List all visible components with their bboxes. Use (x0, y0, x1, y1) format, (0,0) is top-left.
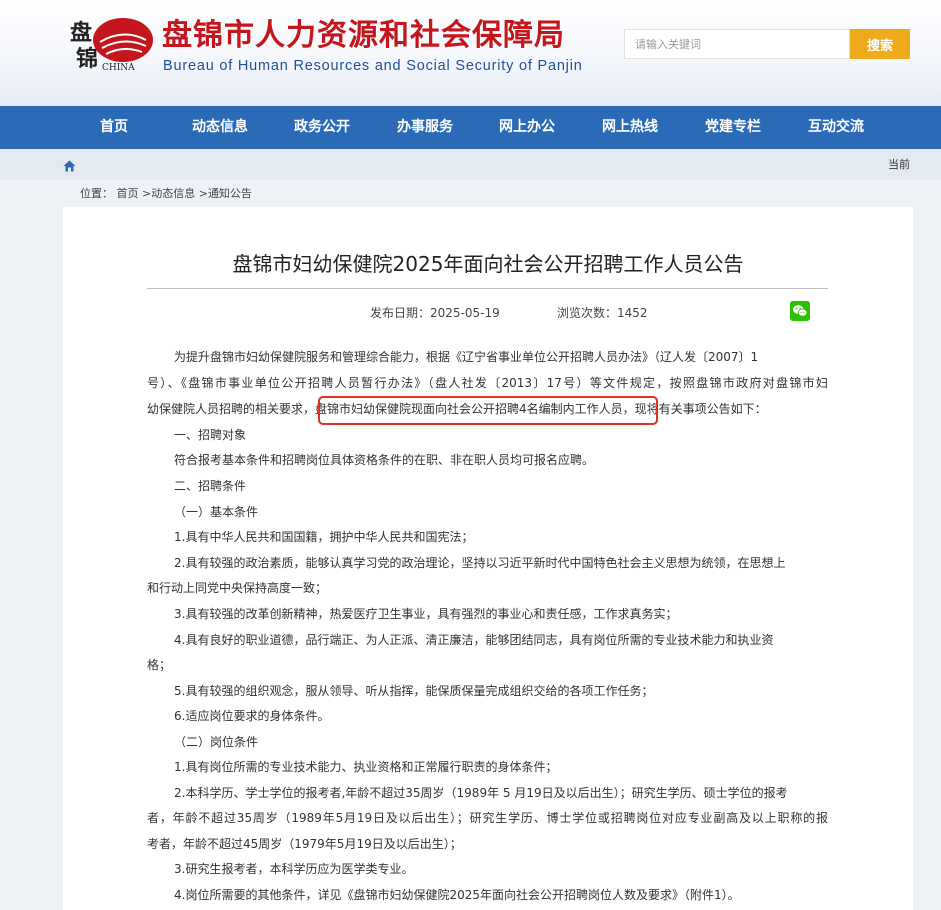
list-item-continued: 考者，年龄不超过45周岁（1979年5月19日及以后出生）； (147, 837, 462, 851)
paragraph-line: 为提升盘锦市妇幼保健院服务和管理综合能力，根据《辽宁省事业单位公开招聘人员办法》… (174, 350, 759, 364)
publish-date-value: 2025-05-19 (430, 306, 500, 320)
nav-item-party[interactable]: 党建专栏 (705, 106, 761, 149)
breadcrumb: 位置： 首页 >动态信息 >通知公告 (80, 185, 252, 201)
list-item: 1.具有岗位所需的专业技术能力、执业资格和正常履行职责的身体条件； (174, 760, 558, 774)
paragraph-line: 号）、《盘锦市事业单位公开招聘人员暂行办法》（盘人社发〔2013〕17号）等文件… (147, 376, 828, 390)
search-input[interactable] (624, 29, 850, 59)
list-item-continued: 和行动上同党中央保持高度一致； (147, 581, 328, 595)
breadcrumb-sep: > (198, 187, 208, 200)
location-bar (0, 149, 941, 180)
publish-date-label: 发布日期： (370, 306, 431, 320)
section-heading: 二、招聘条件 (174, 479, 247, 493)
subsection-heading: （二）岗位条件 (174, 735, 259, 749)
list-item: 2.本科学历、学士学位的报考者,年龄不超过35周岁（1989年 5 月19日及以… (174, 786, 788, 800)
title-divider (147, 288, 828, 289)
paragraph-line: 符合报考基本条件和招聘岗位具体资格条件的在职、非在职人员均可报名应聘。 (174, 453, 595, 467)
view-count-value: 1452 (617, 306, 648, 320)
article-title: 盘锦市妇幼保健院2025年面向社会公开招聘工作人员公告 (232, 252, 744, 276)
section-heading: 一、招聘对象 (174, 428, 247, 442)
view-count-label: 浏览次数： (557, 306, 618, 320)
site-title: 盘锦市人力资源和社会保障局 (162, 18, 565, 53)
logo-text-top: 盘 (70, 20, 92, 46)
list-item-continued: 者，年龄不超过35周岁（1989年5月19日及以后出生）；研究生学历、博士学位或… (147, 811, 828, 825)
breadcrumb-news[interactable]: 动态信息 (151, 187, 195, 200)
main-nav: 首页 动态信息 政务公开 办事服务 网上办公 网上热线 党建专栏 互动交流 (0, 106, 941, 149)
nav-item-home[interactable]: 首页 (100, 106, 128, 149)
publish-date: 发布日期：2025-05-19 (370, 304, 500, 321)
breadcrumb-home[interactable]: 首页 (117, 187, 139, 200)
nav-item-gov-affairs[interactable]: 政务公开 (294, 106, 350, 149)
nav-item-news[interactable]: 动态信息 (192, 106, 248, 149)
breadcrumb-prefix: 位置： (80, 187, 113, 200)
search-button[interactable]: 搜索 (850, 29, 910, 59)
nav-item-online-office[interactable]: 网上办公 (499, 106, 555, 149)
breadcrumb-notices[interactable]: 通知公告 (208, 187, 252, 200)
paragraph-line: 幼保健院人员招聘的相关要求，盘锦市妇幼保健院现面向社会公开招聘4名编制内工作人员… (147, 402, 767, 416)
view-count: 浏览次数：1452 (557, 304, 648, 321)
logo-sub-text: CHINA (102, 63, 135, 72)
site-header: 盘 锦 CHINA 盘锦市人力资源和社会保障局 Bureau of Human … (0, 0, 941, 106)
list-item: 3.研究生报考者，本科学历应为医学类专业。 (174, 862, 414, 876)
list-item: 1.具有中华人民共和国国籍，拥护中华人民共和国宪法； (174, 530, 474, 544)
list-item: 3.具有较强的改革创新精神，热爱医疗卫生事业，具有强烈的事业心和责任感，工作求真… (174, 607, 678, 621)
list-item-continued: 格； (147, 658, 172, 672)
nav-item-services[interactable]: 办事服务 (397, 106, 453, 149)
panjin-logo[interactable]: 盘 锦 CHINA (68, 10, 158, 72)
breadcrumb-sep: > (142, 187, 152, 200)
list-item: 4.岗位所需要的其他条件，详见《盘锦市妇幼保健院2025年面向社会公开招聘岗位人… (174, 888, 740, 902)
list-item: 4.具有良好的职业道德，品行端正、为人正派、清正廉洁，能够团结同志，具有岗位所需… (174, 633, 774, 647)
subsection-heading: （一）基本条件 (174, 505, 259, 519)
list-item: 5.具有较强的组织观念，服从领导、听从指挥，能保质保量完成组织交给的各项工作任务… (174, 684, 654, 698)
nav-item-hotline[interactable]: 网上热线 (602, 106, 658, 149)
home-icon[interactable] (63, 160, 76, 172)
nav-item-interaction[interactable]: 互动交流 (808, 106, 864, 149)
logo-text-bottom: 锦 (76, 46, 98, 72)
list-item: 2.具有较强的政治素质，能够认真学习党的政治理论，坚持以习近平新时代中国特色社会… (174, 556, 786, 570)
current-label: 当前 (888, 158, 910, 171)
wechat-share-icon[interactable] (790, 301, 810, 321)
list-item: 6.适应岗位要求的身体条件。 (174, 709, 330, 723)
site-subtitle: Bureau of Human Resources and Social Sec… (163, 58, 583, 74)
